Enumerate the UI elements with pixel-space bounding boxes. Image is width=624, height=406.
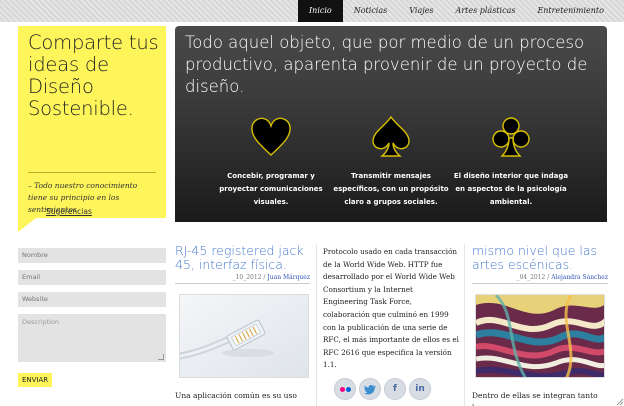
post-date: _04_2012 /	[516, 274, 550, 281]
send-button[interactable]: ENVIAR	[18, 373, 53, 387]
post-date: _10_2012 /	[232, 274, 266, 281]
rj45-cable-image	[180, 295, 308, 377]
nav-item-entretenimiento[interactable]: Entretenimiento	[526, 0, 615, 22]
suggestions-link[interactable]: Sugerencias	[46, 207, 92, 216]
column-divider	[316, 244, 317, 406]
hero-heading: Todo aquel objeto, que por medio de un p…	[185, 33, 588, 96]
post-title[interactable]: mismo nivel que las artes escénicas.	[472, 244, 608, 272]
contact-form: Description ENVIAR	[18, 248, 166, 387]
nav-item-noticias[interactable]: Noticias	[343, 0, 399, 22]
main-nav: Inicio Noticias Viajes Artes plásticas E…	[298, 0, 615, 22]
club-icon	[492, 117, 530, 157]
heart-icon	[251, 117, 291, 156]
linkedin-icon[interactable]: in	[409, 378, 431, 400]
feature-3-text: El diseño interior que indaga en aspecto…	[453, 172, 569, 206]
social-links: f in	[334, 378, 431, 400]
post-title[interactable]: RJ-45 registered jack 45, interfaz físic…	[175, 244, 310, 272]
abstract-art-image	[476, 295, 604, 377]
twitter-icon[interactable]	[359, 378, 381, 400]
email-input[interactable]	[18, 270, 166, 285]
nav-item-inicio[interactable]: Inicio	[298, 0, 343, 22]
description-textarea[interactable]: Description	[18, 314, 166, 362]
nav-item-viajes[interactable]: Viajes	[398, 0, 444, 22]
column-divider	[464, 244, 465, 406]
intro-box: Comparte tus ideas de Diseño Sostenible.…	[18, 26, 166, 218]
description-placeholder: Description	[22, 318, 60, 326]
resize-handle-icon[interactable]	[158, 354, 164, 360]
intro-divider	[28, 172, 156, 173]
post-excerpt: Una aplicación común es su uso en	[175, 391, 297, 406]
feature-1: Concebir, programar y proyectar comunica…	[209, 114, 333, 209]
feature-3: El diseño interior que indaga en aspecto…	[449, 114, 573, 209]
post-author[interactable]: Juan Márquez	[267, 274, 310, 281]
post-author[interactable]: Alejandra Sánchez	[551, 274, 608, 281]
post-thumbnail-cable[interactable]	[179, 294, 309, 378]
speech-bubble-tail	[18, 218, 36, 232]
spade-icon	[372, 115, 410, 157]
hero-panel: Todo aquel objeto, que por medio de un p…	[175, 26, 607, 222]
feature-2-text: Transmitir mensajes específicos, con un …	[333, 172, 449, 206]
nav-item-artes-plasticas[interactable]: Artes plásticas	[445, 0, 527, 22]
post-rj45: RJ-45 registered jack 45, interfaz físic…	[175, 244, 310, 406]
post-meta: _10_2012 / Juan Márquez	[175, 274, 310, 284]
post-thumbnail-abstract-art[interactable]	[475, 294, 605, 378]
post-meta: _04_2012 / Alejandra Sánchez	[472, 274, 608, 284]
post-artes-escenicas: mismo nivel que las artes escénicas. _04…	[472, 244, 608, 406]
resize-corner-icon[interactable]	[616, 398, 624, 406]
twitter-bird-icon	[363, 385, 376, 395]
feature-2: Transmitir mensajes específicos, con un …	[329, 114, 453, 209]
feature-1-text: Concebir, programar y proyectar comunica…	[219, 172, 323, 206]
intro-title: Comparte tus ideas de Diseño Sostenible.	[28, 31, 159, 120]
post-http-text: Protocolo usado en cada transacción de l…	[323, 247, 459, 370]
facebook-icon[interactable]: f	[384, 378, 406, 400]
flickr-icon[interactable]	[334, 378, 356, 400]
name-input[interactable]	[18, 248, 166, 263]
post-excerpt: Dentro de ellas se integran tanto la	[472, 391, 598, 406]
website-input[interactable]	[18, 292, 166, 307]
